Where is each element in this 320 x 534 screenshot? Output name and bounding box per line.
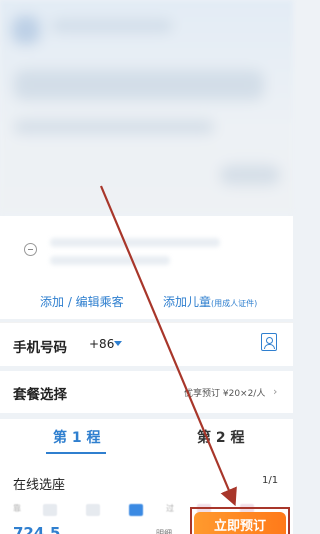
tab-trip-1[interactable]: 第 1 程: [53, 427, 101, 447]
contacts-book-icon[interactable]: [261, 333, 277, 351]
add-child-note: (用成人证件): [211, 299, 258, 308]
active-tab-indicator: [46, 452, 106, 454]
annotation-highlight-box: [190, 507, 290, 534]
add-child-link[interactable]: 添加儿童(用成人证件): [163, 293, 257, 310]
blurred-flight-summary: [0, 0, 293, 212]
caret-down-icon[interactable]: [114, 341, 122, 346]
tab-trip-2[interactable]: 第 2 程: [197, 427, 245, 447]
package-label: 套餐选择: [13, 387, 67, 403]
package-promo[interactable]: 优享预订 ¥20×2/人: [184, 386, 265, 399]
blurred-logo: [12, 16, 40, 44]
blurred-text: [14, 120, 214, 134]
total-price: 724.5: [13, 524, 61, 534]
seat-selection-count: 1/1: [262, 475, 279, 486]
country-code-select[interactable]: +86: [89, 337, 114, 351]
blurred-passenger-id: [50, 256, 170, 265]
chevron-right-icon: ›: [273, 385, 278, 398]
seat[interactable]: [43, 504, 57, 516]
blurred-text: [52, 20, 172, 32]
phone-label: 手机号码: [13, 340, 67, 356]
seat-selection-title: 在线选座: [13, 478, 66, 493]
blurred-passenger-name: [50, 238, 220, 247]
seat-row-label-right: 过: [166, 504, 174, 513]
blurred-text: [14, 70, 264, 100]
seat[interactable]: [86, 504, 100, 516]
blurred-button: [220, 165, 280, 185]
add-edit-passenger-link[interactable]: 添加 / 编辑乘客: [40, 293, 124, 310]
price-detail-link[interactable]: 明细: [156, 528, 172, 534]
seat-row-label-left: 靠: [13, 504, 21, 513]
remove-passenger-icon[interactable]: [24, 243, 37, 256]
seat-selected[interactable]: [129, 504, 143, 516]
